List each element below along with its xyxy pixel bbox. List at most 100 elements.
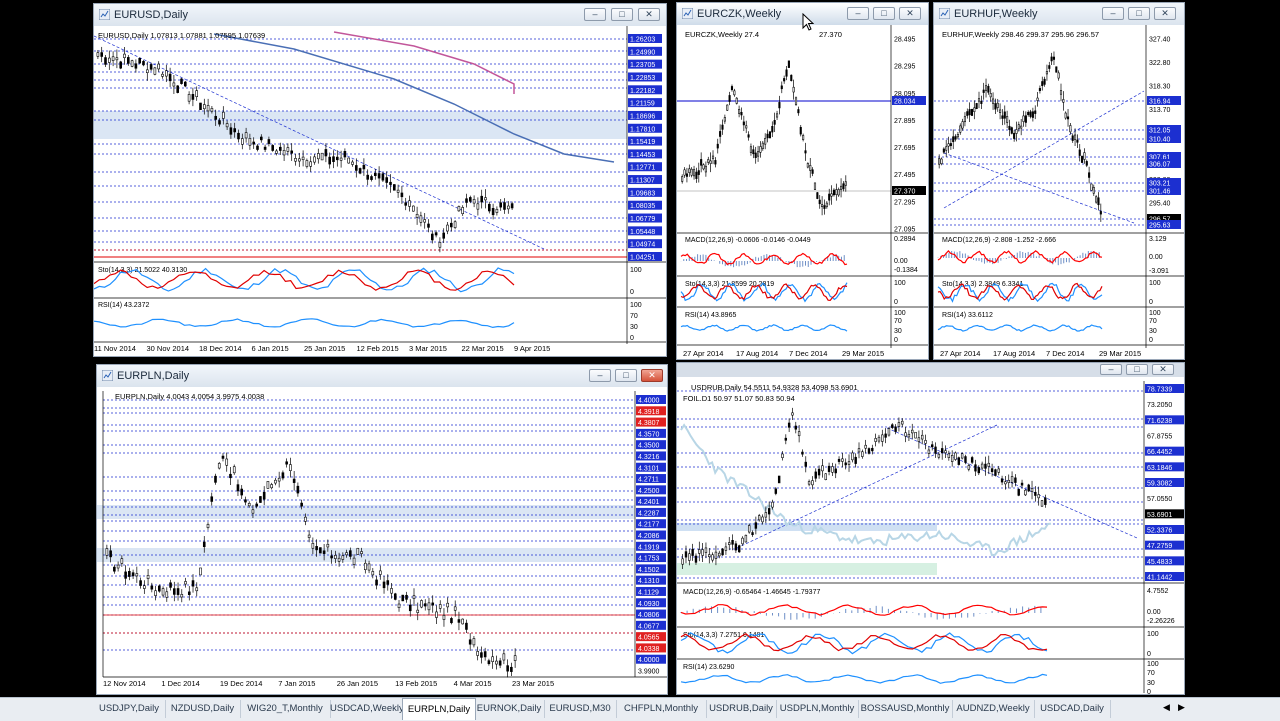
- price-candle-candle: [738, 109, 741, 114]
- rsi-axis-label: 70: [1147, 670, 1155, 677]
- date-label: 25 Jan 2015: [304, 344, 345, 353]
- price-candle-candle: [510, 203, 514, 209]
- price-candle-candle: [1003, 111, 1006, 119]
- price-candle-candle: [1071, 135, 1074, 141]
- price-candle-candle: [105, 548, 109, 556]
- chart-plot-eurusd[interactable]: EURUSD,Daily 1.07813 1.07881 1.07595 1.0…: [94, 26, 667, 357]
- tab-nzdusd-daily[interactable]: NZDUSD,Daily: [165, 700, 241, 718]
- tab-usdrub-daily[interactable]: USDRUB,Daily: [706, 700, 777, 718]
- price-candle-candle: [397, 603, 401, 608]
- price-candle-candle: [954, 452, 957, 460]
- price-candle-candle: [947, 453, 951, 458]
- date-label: 18 Dec 2014: [199, 344, 242, 353]
- price-label: 4.1129: [638, 589, 659, 596]
- tab-bossausd-monthly[interactable]: BOSSAUSD,Monthly: [858, 700, 953, 718]
- tab-scroll-left-icon[interactable]: ◀: [1163, 702, 1170, 713]
- date-label: 29 Mar 2015: [842, 349, 884, 358]
- price-candle-candle: [180, 78, 183, 84]
- chart-window-usdrub[interactable]: – □ ✕ USDRUB,Daily 54.5511 54.9328 53.40…: [676, 362, 1185, 695]
- price-candle-candle: [317, 153, 320, 160]
- price-candle-candle: [165, 70, 168, 77]
- price-candle-candle: [767, 508, 771, 515]
- chart-window-eurczk[interactable]: EURCZK,Weekly – □ ✕ EURCZK,Weekly 27.4 27…: [676, 2, 929, 360]
- price-candle-candle: [233, 128, 236, 133]
- tab-eurusd-m30[interactable]: EURUSD,M30: [544, 700, 617, 718]
- price-candle-candle: [135, 573, 139, 577]
- tab-usdcad-daily[interactable]: USDCAD,Daily: [1034, 700, 1111, 718]
- tab-scroll-right-icon[interactable]: ▶: [1178, 702, 1185, 713]
- chart-window-eurpln[interactable]: EURPLN,Daily – □ ✕ EURPLN,Daily 4.0043 4…: [96, 364, 668, 695]
- sto-label: Sto(14,3,3) 21.5022 40.3130: [98, 267, 187, 274]
- price-candle-candle: [480, 652, 483, 658]
- chart-window-eurhuf[interactable]: EURHUF,Weekly – □ ✕ EURHUF,Weekly 298.46…: [933, 2, 1185, 360]
- price-label: 4.1310: [638, 578, 660, 585]
- date-label: 3 Mar 2015: [409, 344, 447, 353]
- tab-eurnok-daily[interactable]: EURNOK,Daily: [474, 700, 545, 718]
- tab-usdpln-monthly[interactable]: USDPLN,Monthly: [776, 700, 859, 718]
- price-candle-candle: [944, 450, 947, 454]
- chart-window-eurusd[interactable]: EURUSD,Daily – □ ✕ EURUSD,Daily 1.07813 …: [93, 3, 667, 357]
- price-candle-candle: [867, 448, 871, 454]
- price-candle-candle: [681, 176, 684, 182]
- chart-canvas-usdrub[interactable]: USDRUB,Daily 54.5511 54.9328 53.4098 53.…: [677, 363, 1185, 695]
- chart-canvas-eurpln[interactable]: EURPLN,Daily 4.0043 4.0054 3.9975 4.0038…: [97, 365, 668, 695]
- price-candle-candle: [453, 221, 457, 228]
- chart-plot-usdrub[interactable]: USDRUB,Daily 54.5511 54.9328 53.4098 53.…: [677, 377, 1185, 695]
- tab-usdjpy-daily[interactable]: USDJPY,Daily: [93, 700, 166, 718]
- tab-usdcad-weekly[interactable]: USDCAD,Weekly: [330, 700, 404, 718]
- price-candle-candle: [694, 555, 698, 563]
- price-candle-candle: [901, 420, 904, 425]
- price-candle-candle: [861, 451, 864, 457]
- price-candle-candle: [847, 461, 851, 465]
- chart-canvas-eurusd[interactable]: EURUSD,Daily 1.07813 1.07881 1.07595 1.0…: [94, 4, 667, 357]
- tab-wig20-t-monthly[interactable]: WIG20_T,Monthly: [240, 700, 331, 718]
- chart-canvas-eurczk[interactable]: EURCZK,Weekly 27.4 27.370 28.495 28.295 28.0…: [677, 3, 929, 360]
- price-candle-candle: [229, 127, 233, 135]
- price-candle-candle: [411, 205, 415, 212]
- price-candle-candle: [811, 169, 814, 174]
- price-candle-candle: [364, 562, 367, 570]
- tab-eurpln-daily[interactable]: EURPLN,Daily: [402, 698, 476, 720]
- chart-plot-eurczk[interactable]: EURCZK,Weekly 27.4 27.370 28.495 28.295 28.0…: [677, 25, 929, 360]
- rsi-axis-label: 0: [630, 335, 634, 342]
- price-candle-candle: [1057, 72, 1060, 79]
- price-candle-candle: [977, 467, 980, 474]
- price-candle-candle: [818, 199, 821, 205]
- price-label: 318.30: [1149, 83, 1171, 90]
- sto-axis-label: 0: [1149, 299, 1153, 306]
- price-candle-candle: [255, 503, 258, 507]
- price-candle-candle: [244, 499, 247, 503]
- price-candle-candle: [1095, 196, 1098, 203]
- price-candle-candle: [692, 169, 696, 177]
- chart-canvas-eurhuf[interactable]: EURHUF,Weekly 298.46 299.37 295.96 296.5…: [934, 3, 1185, 360]
- price-candle-candle: [116, 564, 120, 569]
- price-candle-candle: [131, 572, 135, 577]
- price-candle-candle: [349, 550, 352, 557]
- price-label: 4.0000: [638, 657, 660, 664]
- price-candle-candle: [330, 555, 333, 559]
- chart-plot-eurpln[interactable]: EURPLN,Daily 4.0043 4.0054 3.9975 4.0038…: [97, 387, 668, 695]
- price-candle-candle: [111, 56, 115, 61]
- price-label: 27.695: [894, 145, 916, 152]
- price-candle-candle: [954, 136, 957, 140]
- price-candle-candle: [711, 554, 714, 561]
- price-candle-candle: [931, 444, 934, 448]
- price-candle-candle: [124, 571, 127, 579]
- price-candle-candle: [927, 449, 931, 454]
- chart-plot-eurhuf[interactable]: EURHUF,Weekly 298.46 299.37 295.96 296.5…: [934, 25, 1185, 360]
- chart-header: EURUSD,Daily 1.07813 1.07881 1.07595 1.0…: [98, 31, 265, 40]
- date-label: 17 Aug 2014: [736, 349, 778, 358]
- price-candle-candle: [1081, 155, 1084, 163]
- rsi-axis-label: 0: [894, 337, 898, 344]
- tab-audnzd-weekly[interactable]: AUDNZD,Weekly: [952, 700, 1035, 718]
- price-candle-candle: [123, 53, 126, 59]
- price-candle-candle: [757, 515, 761, 521]
- price-candle-candle: [465, 622, 468, 630]
- price-candle-candle: [828, 193, 831, 201]
- price-candle-candle: [1010, 476, 1014, 483]
- rsi-axis-label: 30: [1149, 328, 1157, 335]
- tab-chfpln-monthly[interactable]: CHFPLN,Monthly: [616, 700, 707, 718]
- price-candle-candle: [960, 453, 964, 459]
- price-candle-candle: [952, 136, 955, 143]
- price-label: 4.0930: [638, 601, 660, 608]
